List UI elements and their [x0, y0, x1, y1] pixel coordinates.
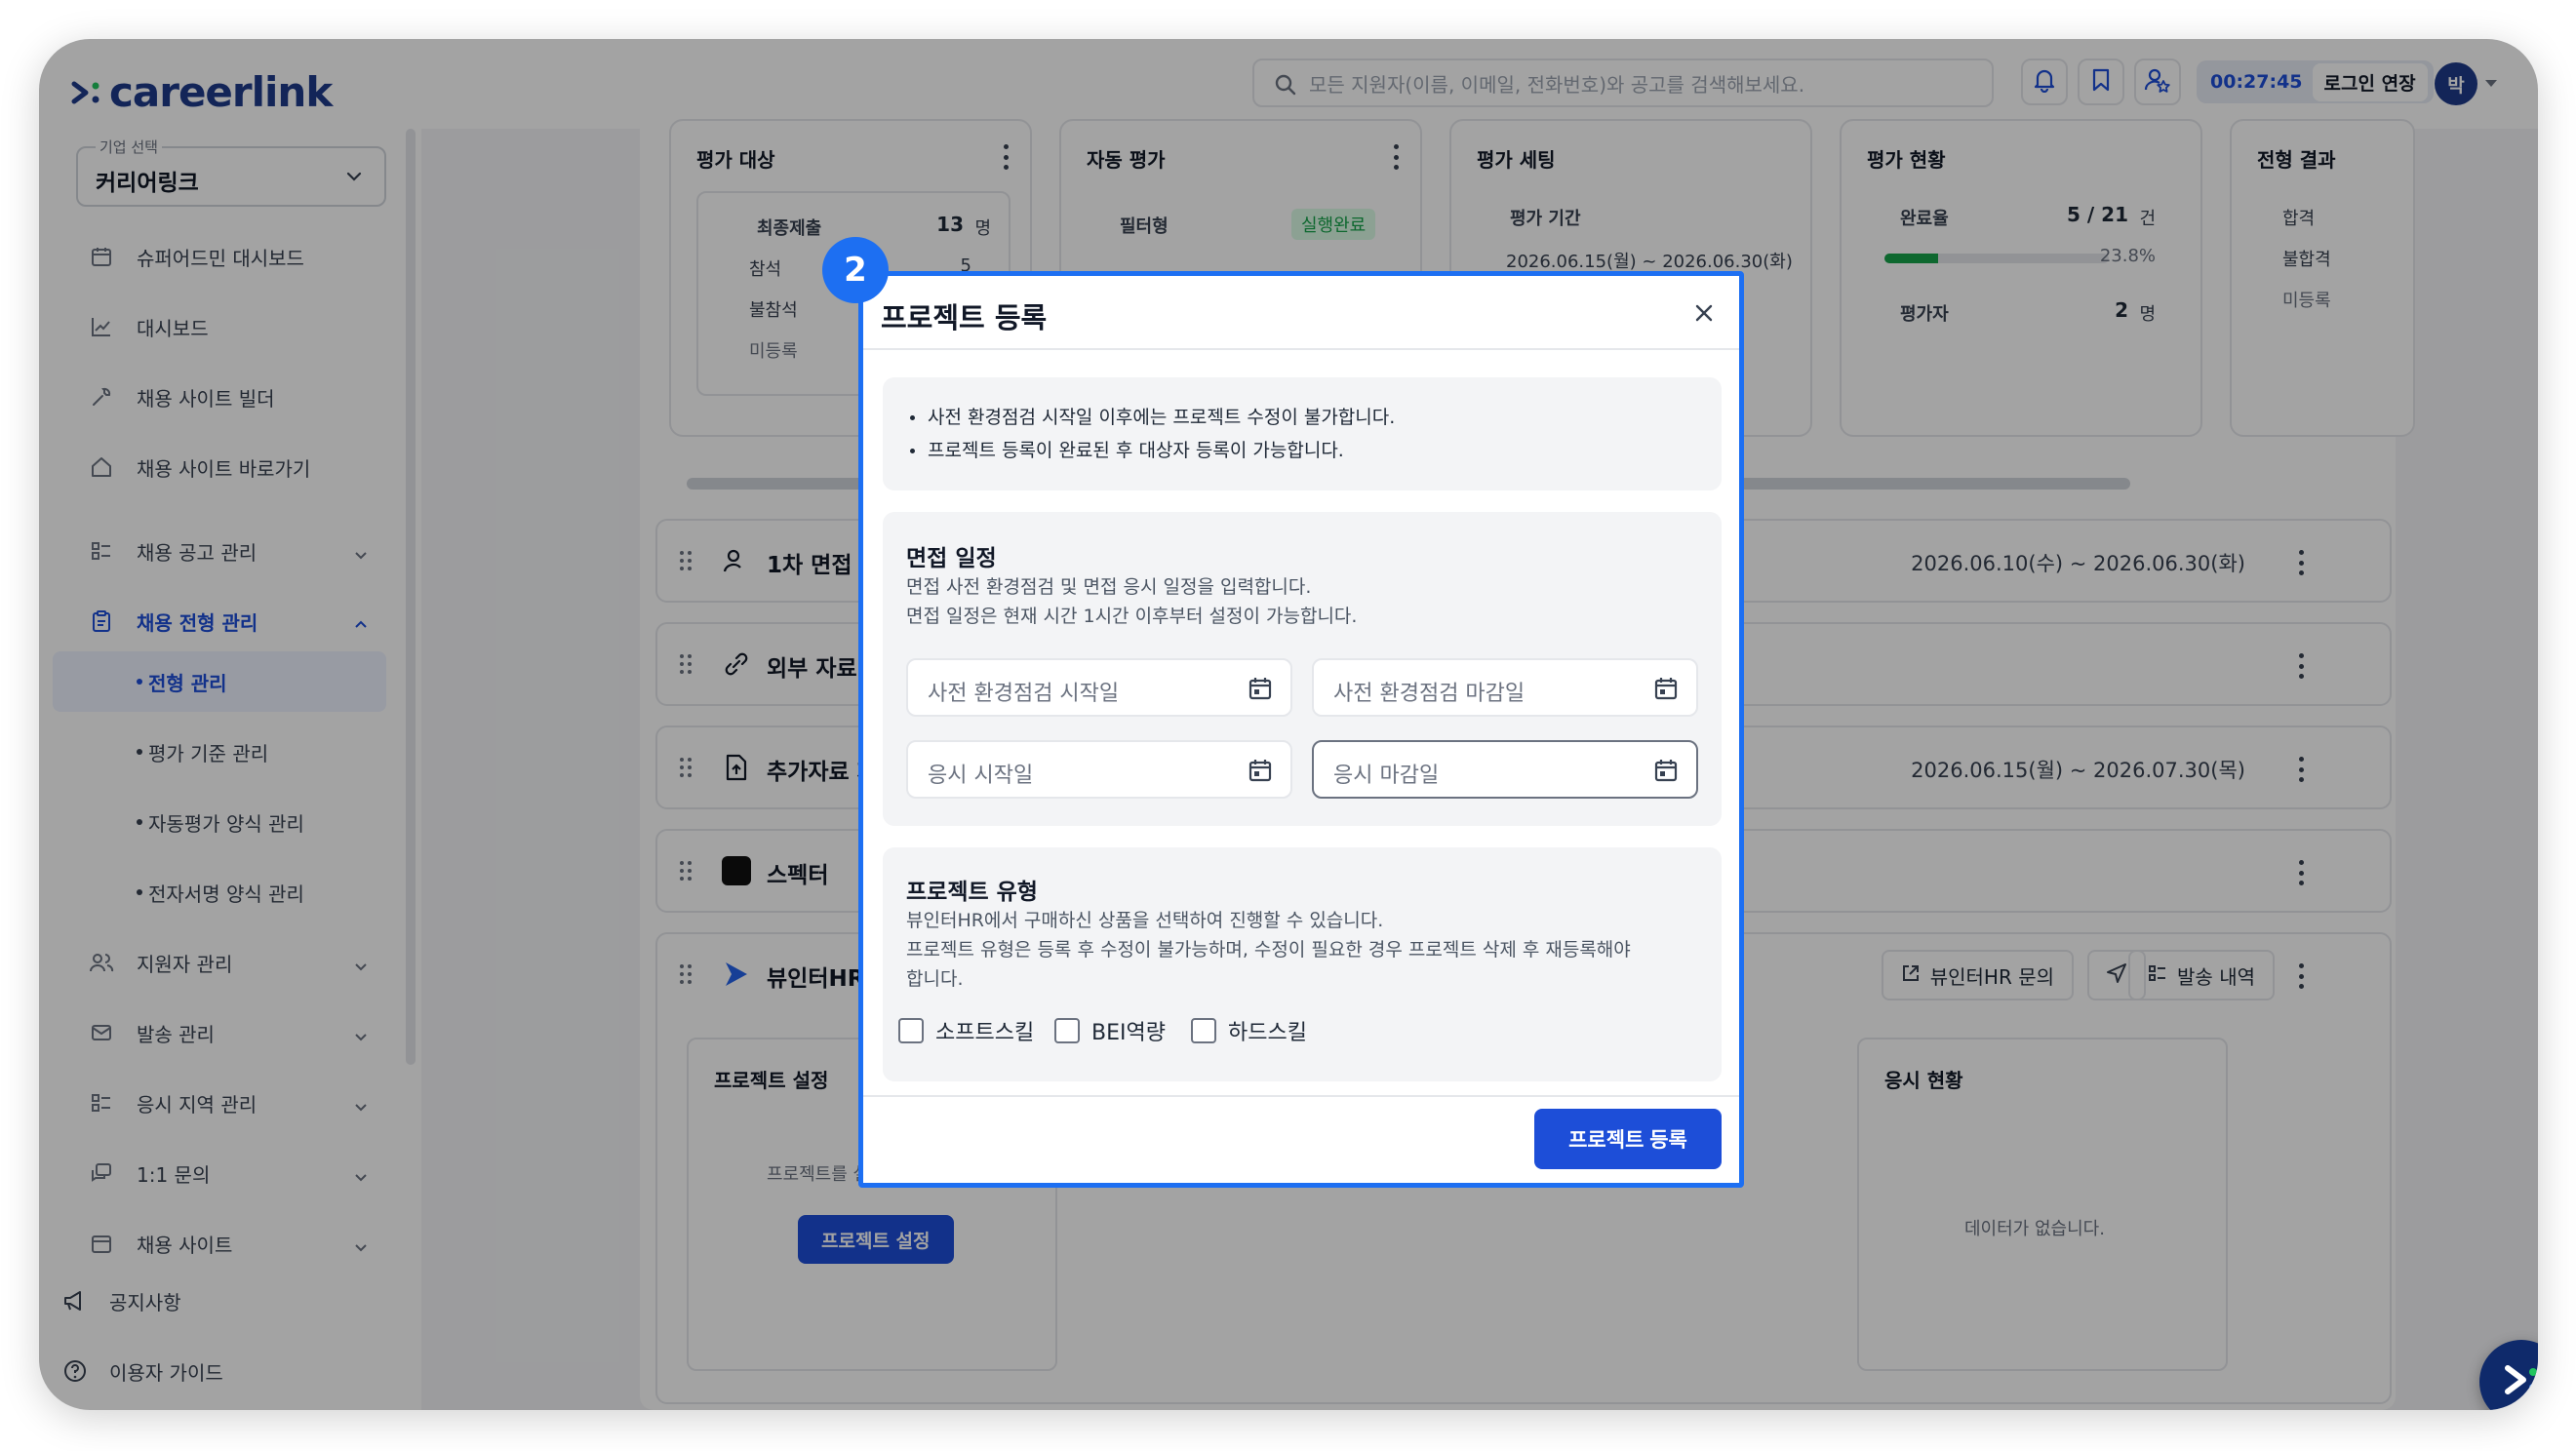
checkbox-label: BEI역량	[1091, 1021, 1166, 1045]
section-desc: 뷰인터HR에서 구매하신 상품을 선택하여 진행할 수 있습니다.	[906, 910, 1384, 931]
checkbox-bei[interactable]: BEI역량	[1054, 1015, 1166, 1046]
calendar-icon[interactable]	[1653, 676, 1679, 705]
checkbox-label: 하드스킬	[1228, 1021, 1307, 1045]
precheck-start-date-input[interactable]: 사전 환경점검 시작일	[906, 658, 1292, 717]
exam-start-date-input[interactable]: 응시 시작일	[906, 740, 1292, 799]
notice-item: 프로젝트 등록이 완료된 후 대상자 등록이 가능합니다.	[906, 434, 1698, 467]
checkbox-hard-skill[interactable]: 하드스킬	[1191, 1015, 1307, 1046]
notice-box: 사전 환경점검 시작일 이후에는 프로젝트 수정이 불가합니다. 프로젝트 등록…	[883, 377, 1722, 490]
close-button[interactable]	[1690, 299, 1718, 327]
input-placeholder: 응시 마감일	[1333, 764, 1440, 788]
checkbox-soft-skill[interactable]: 소프트스킬	[898, 1015, 1034, 1046]
project-type-section: 프로젝트 유형 뷰인터HR에서 구매하신 상품을 선택하여 진행할 수 있습니다…	[883, 847, 1722, 1081]
input-placeholder: 사전 환경점검 마감일	[1333, 682, 1526, 706]
step-badge: 2	[822, 237, 889, 303]
input-placeholder: 응시 시작일	[928, 764, 1034, 788]
calendar-icon[interactable]	[1248, 676, 1273, 705]
project-register-modal: 프로젝트 등록 사전 환경점검 시작일 이후에는 프로젝트 수정이 불가합니다.…	[858, 271, 1744, 1188]
modal-header: 프로젝트 등록	[863, 276, 1739, 350]
calendar-icon[interactable]	[1248, 758, 1273, 787]
section-title: 프로젝트 유형	[906, 880, 1038, 905]
exam-end-date-input[interactable]: 응시 마감일	[1312, 740, 1698, 799]
modal-title: 프로젝트 등록	[881, 301, 1048, 334]
input-placeholder: 사전 환경점검 시작일	[928, 682, 1120, 706]
section-desc: 면접 일정은 현재 시간 1시간 이후부터 설정이 가능합니다.	[906, 606, 1358, 627]
schedule-section: 면접 일정 면접 사전 환경점검 및 면접 응시 일정을 입력합니다. 면접 일…	[883, 512, 1722, 826]
checkbox-box[interactable]	[1054, 1018, 1080, 1043]
checkbox-label: 소프트스킬	[935, 1021, 1035, 1045]
section-desc: 프로젝트 유형은 등록 후 수정이 불가능하며, 수정이 필요한 경우 프로젝트…	[906, 939, 1631, 961]
close-icon	[1690, 304, 1718, 331]
register-project-button[interactable]: 프로젝트 등록	[1534, 1109, 1722, 1169]
section-title: 면접 일정	[906, 546, 997, 571]
section-desc: 합니다.	[906, 968, 964, 990]
chatbot-icon	[2500, 1358, 2538, 1405]
calendar-icon[interactable]	[1653, 758, 1679, 787]
section-desc: 면접 사전 환경점검 및 면접 응시 일정을 입력합니다.	[906, 576, 1312, 598]
notice-item: 사전 환경점검 시작일 이후에는 프로젝트 수정이 불가합니다.	[906, 401, 1698, 434]
checkbox-box[interactable]	[898, 1018, 924, 1043]
checkbox-box[interactable]	[1191, 1018, 1216, 1043]
precheck-end-date-input[interactable]: 사전 환경점검 마감일	[1312, 658, 1698, 717]
modal-footer: 프로젝트 등록	[863, 1095, 1739, 1183]
